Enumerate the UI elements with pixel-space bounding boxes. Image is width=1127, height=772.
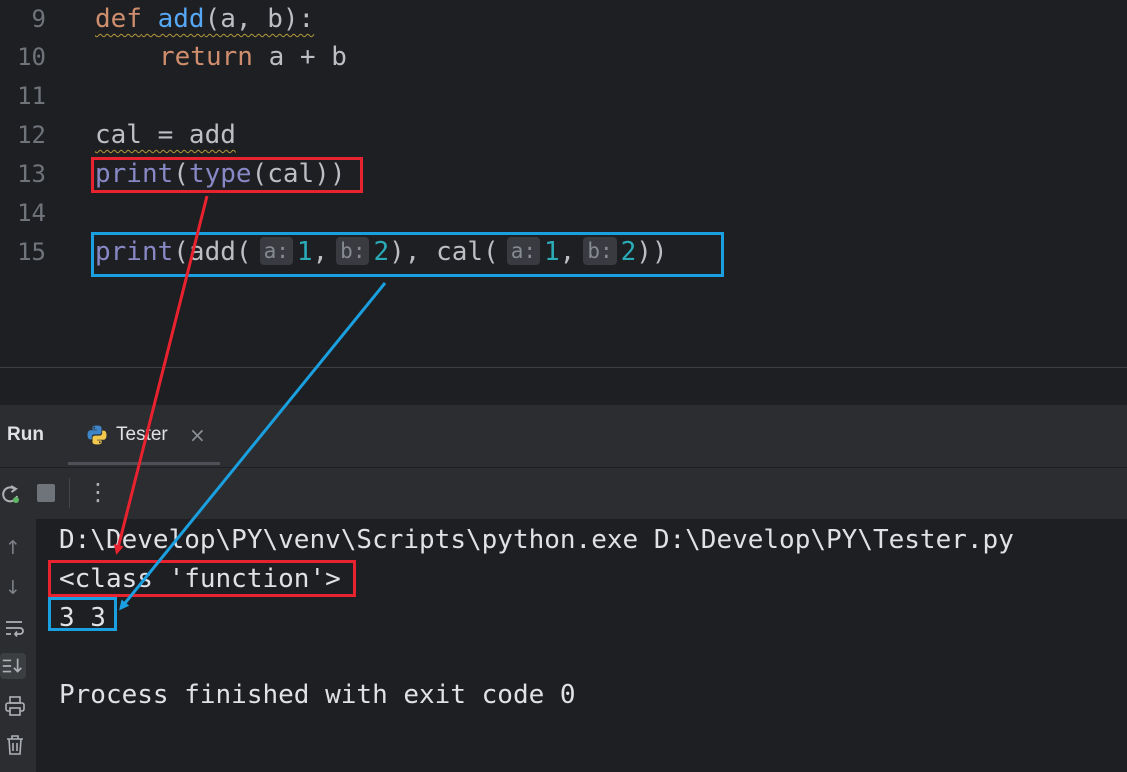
blue-arrow (119, 282, 387, 611)
red-arrow (113, 195, 209, 555)
annotation-arrows (113, 195, 387, 611)
